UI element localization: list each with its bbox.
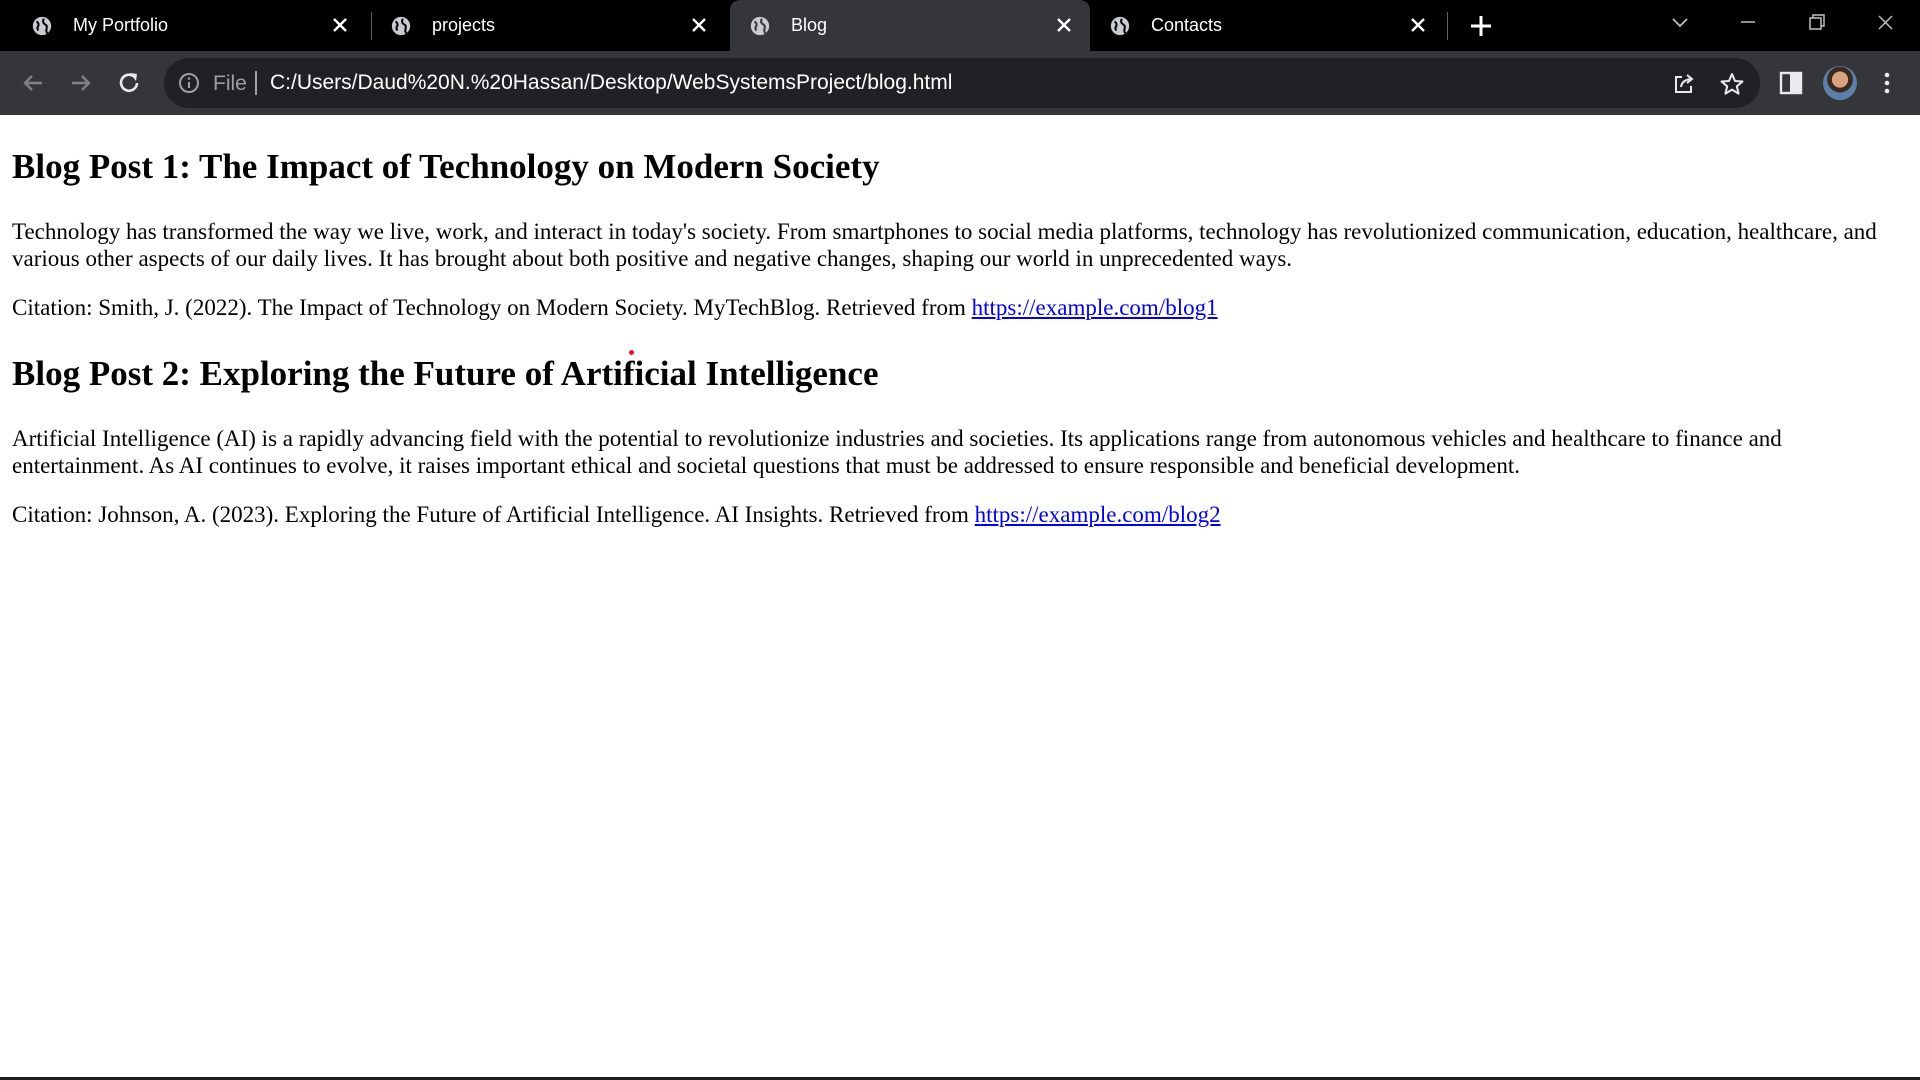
close-icon[interactable]	[687, 13, 711, 37]
post-citation: Citation: Smith, J. (2022). The Impact o…	[12, 294, 1218, 321]
tab-divider	[1447, 12, 1448, 40]
address-bar[interactable]: File C:/Users/Daud%20N.%20Hassan/Desktop…	[164, 58, 1760, 108]
minimize-icon[interactable]	[1731, 8, 1765, 38]
avatar[interactable]	[1823, 66, 1857, 100]
citation-link[interactable]: https://example.com/blog1	[972, 295, 1218, 320]
restore-icon[interactable]	[1799, 8, 1833, 38]
post-title: Blog Post 2: Exploring the Future of Art…	[12, 354, 879, 393]
close-icon[interactable]	[1052, 13, 1076, 37]
post-body: Artificial Intelligence (AI) is a rapidl…	[12, 426, 1782, 478]
globe-icon	[32, 16, 52, 36]
info-icon[interactable]	[178, 72, 200, 94]
chevron-down-icon[interactable]	[1663, 8, 1697, 38]
share-icon[interactable]	[1671, 71, 1697, 97]
tab-blog[interactable]: Blog	[730, 0, 1090, 51]
side-panel-icon[interactable]	[1777, 69, 1805, 97]
plus-icon[interactable]	[1466, 11, 1496, 41]
citation-text: Citation: Smith, J. (2022). The Impact o…	[12, 295, 972, 320]
tab-my-portfolio[interactable]: My Portfolio	[12, 0, 366, 51]
omnibox-divider	[255, 71, 257, 95]
reload-icon[interactable]	[111, 65, 147, 101]
close-icon[interactable]	[1868, 8, 1902, 38]
post-body: Technology has transformed the way we li…	[12, 219, 1877, 271]
post-title: Blog Post 1: The Impact of Technology on…	[12, 147, 880, 186]
url-text[interactable]: C:/Users/Daud%20N.%20Hassan/Desktop/WebS…	[270, 71, 952, 95]
toolbar: File C:/Users/Daud%20N.%20Hassan/Desktop…	[0, 51, 1920, 115]
star-icon[interactable]	[1719, 71, 1745, 97]
arrow-right-icon[interactable]	[63, 65, 99, 101]
globe-icon	[750, 16, 770, 36]
close-icon[interactable]	[1406, 13, 1430, 37]
close-icon[interactable]	[328, 13, 352, 37]
citation-text: Citation: Johnson, A. (2023). Exploring …	[12, 502, 975, 527]
globe-icon	[1110, 16, 1130, 36]
tab-label: Blog	[791, 15, 828, 35]
tab-label: Contacts	[1151, 15, 1223, 35]
arrow-left-icon[interactable]	[15, 65, 51, 101]
tab-contacts[interactable]: Contacts	[1090, 0, 1444, 51]
tab-strip: My Portfolio projects Blog Contacts	[0, 0, 1920, 51]
kebab-menu-icon[interactable]	[1873, 69, 1901, 97]
citation-link[interactable]: https://example.com/blog2	[975, 502, 1221, 527]
post-citation: Citation: Johnson, A. (2023). Exploring …	[12, 501, 1221, 528]
page-viewport: Blog Post 1: The Impact of Technology on…	[0, 115, 1920, 1077]
mouse-cursor-dot	[629, 350, 634, 355]
browser-chrome: My Portfolio projects Blog Contacts File…	[0, 0, 1920, 115]
scheme-label: File	[213, 72, 247, 95]
tab-label: projects	[432, 15, 496, 35]
globe-icon	[391, 16, 411, 36]
tab-projects[interactable]: projects	[371, 0, 725, 51]
tab-label: My Portfolio	[73, 15, 169, 35]
